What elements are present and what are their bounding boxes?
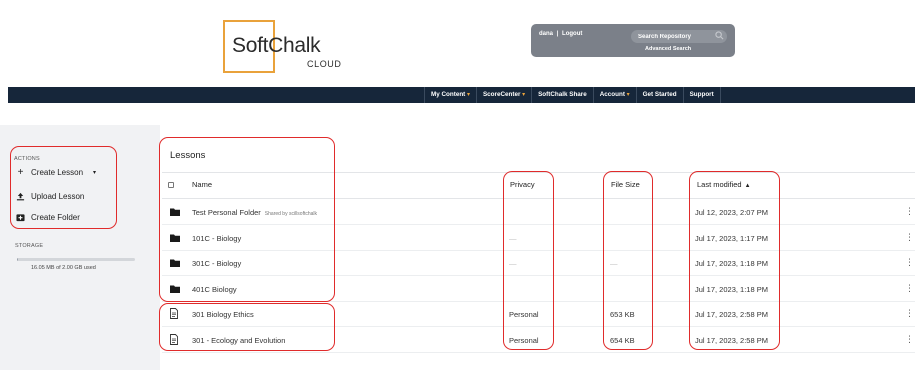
item-name[interactable]: Test Personal Folder Shared by scillsoftc…: [192, 208, 317, 217]
file-size-value: 654 KB: [610, 335, 635, 345]
item-name-text: 301C - Biology: [192, 259, 242, 268]
storage-bar-fill: [17, 258, 18, 261]
create-lesson-label: Create Lesson: [31, 168, 84, 177]
folder-icon: [170, 234, 180, 242]
privacy-value: Personal: [509, 310, 539, 319]
nav-bar: My Content ▾ ScoreCenter ▾ SoftChalk Share…: [8, 87, 915, 103]
nav-item-my-content[interactable]: My Content ▾: [424, 87, 476, 103]
logo-subtitle: CLOUD: [307, 59, 342, 69]
storage-usage-text: 16.05 MB of 2.00 GB used: [31, 265, 96, 271]
last-modified-value: Jul 12, 2023, 2:07 PM: [695, 208, 768, 217]
nav-item-label: Get Started: [642, 91, 677, 98]
folder-row[interactable]: 301C - Biology — — Jul 17, 2023, 1:18 PM ⋮: [162, 251, 915, 276]
logo[interactable]: SoftChalk: [232, 34, 321, 58]
last-modified-value: Jul 17, 2023, 1:17 PM: [695, 233, 768, 243]
chevron-down-icon: ▾: [465, 92, 470, 98]
create-lesson-button[interactable]: + Create Lesson ▾: [16, 167, 97, 178]
chevron-down-icon: ▾: [520, 92, 526, 98]
divider: [162, 198, 915, 199]
item-name-text: Test Personal Folder: [192, 208, 261, 217]
more-options-icon[interactable]: ⋮: [905, 257, 914, 268]
create-folder-button[interactable]: Create Folder: [16, 213, 80, 222]
item-name[interactable]: 401C Biology: [192, 285, 237, 294]
column-header-privacy[interactable]: Privacy: [510, 180, 535, 189]
add-folder-icon: [16, 214, 25, 222]
nav-item-label: ScoreCenter: [482, 91, 521, 98]
select-all-checkbox[interactable]: [168, 182, 174, 188]
privacy-value: —: [509, 259, 517, 268]
lesson-row[interactable]: 301 - Ecology and Evolution Personal 654 K…: [162, 328, 915, 353]
folder-row[interactable]: 101C - Biology — Jul 17, 2023, 1:17 PM ⋮: [162, 226, 915, 251]
upload-lesson-label: Upload Lesson: [31, 192, 85, 201]
item-name-text: 301 - Ecology and Evolution: [192, 335, 286, 345]
folder-row[interactable]: 401C Biology Jul 17, 2023, 1:18 PM ⋮: [162, 277, 915, 302]
item-name[interactable]: 301 Biology Ethics: [192, 310, 254, 319]
plus-icon: +: [17, 167, 24, 178]
folder-row[interactable]: Test Personal Folder Shared by scillsoftc…: [162, 200, 915, 225]
file-size-value: 653 KB: [610, 310, 635, 319]
last-modified-label: Last modified: [697, 180, 742, 189]
advanced-search-link[interactable]: Advanced Search: [645, 46, 691, 52]
sort-asc-icon: ▲: [744, 183, 751, 189]
upload-icon: [16, 192, 25, 201]
user-line: dana | Logout: [539, 31, 582, 37]
logout-link[interactable]: Logout: [562, 31, 582, 37]
row-divider: [162, 351, 915, 353]
actions-label: ACTIONS: [14, 156, 40, 162]
chevron-down-icon: ▾: [624, 92, 630, 98]
storage-label: STORAGE: [15, 243, 44, 249]
upload-lesson-button[interactable]: Upload Lesson: [16, 192, 84, 201]
nav-item-scorecenter[interactable]: ScoreCenter ▾: [475, 87, 531, 103]
chevron-down-icon: ▾: [93, 170, 97, 176]
item-name[interactable]: 101C - Biology: [192, 234, 241, 243]
column-header-file-size[interactable]: File Size: [611, 180, 640, 189]
last-modified-value: Jul 17, 2023, 1:18 PM: [695, 259, 768, 268]
nav-item-get-started[interactable]: Get Started: [635, 87, 683, 103]
more-options-icon[interactable]: ⋮: [905, 283, 914, 294]
username: dana: [539, 31, 554, 37]
search-icon[interactable]: [715, 31, 724, 40]
document-icon: [170, 308, 178, 319]
folder-icon: [170, 208, 180, 216]
more-options-icon[interactable]: ⋮: [905, 232, 914, 243]
divider: [162, 172, 915, 173]
item-name[interactable]: 301 - Ecology and Evolution: [192, 336, 285, 345]
user-search-panel: dana | Logout Advanced Search: [531, 24, 735, 57]
storage-bar: [17, 258, 135, 261]
item-name-text: 301 Biology Ethics: [192, 310, 254, 319]
privacy-value: Personal: [509, 335, 539, 345]
nav-item-label: SoftChalk Share: [538, 91, 587, 98]
folder-icon: [170, 285, 180, 293]
create-folder-label: Create Folder: [31, 213, 80, 222]
more-options-icon[interactable]: ⋮: [905, 206, 914, 217]
item-name-text: 401C Biology: [192, 284, 237, 294]
column-header-last-modified[interactable]: Last modified ▲: [697, 180, 751, 189]
search-input[interactable]: [631, 30, 727, 43]
page-title: Lessons: [170, 150, 206, 161]
item-name[interactable]: 301C - Biology: [192, 259, 241, 268]
nav-item-account[interactable]: Account ▾: [592, 87, 636, 103]
nav-item-softchalk-share[interactable]: SoftChalk Share: [531, 87, 593, 103]
document-icon: [170, 333, 178, 345]
more-options-icon[interactable]: ⋮: [905, 334, 914, 345]
nav-item-label: Support: [689, 91, 714, 98]
folder-icon: [170, 259, 180, 267]
nav-item-support[interactable]: Support: [682, 87, 721, 103]
last-modified-value: Jul 17, 2023, 1:18 PM: [695, 284, 768, 294]
page: SoftChalk CLOUD dana | Logout Advanced S…: [0, 0, 915, 370]
last-modified-value: Jul 17, 2023, 2:58 PM: [695, 310, 768, 319]
item-name-text: 101C - Biology: [192, 233, 242, 243]
nav-item-label: My Content: [431, 91, 466, 98]
column-header-name[interactable]: Name: [192, 180, 212, 189]
shared-by-text: Shared by scillsoftchalk: [264, 211, 318, 217]
privacy-value: —: [509, 233, 517, 243]
file-size-value: —: [610, 259, 618, 268]
last-modified-value: Jul 17, 2023, 2:58 PM: [695, 335, 768, 345]
user-separator: |: [556, 31, 559, 37]
main-nav: My Content ▾ ScoreCenter ▾ SoftChalk Share…: [424, 87, 721, 103]
lesson-row[interactable]: 301 Biology Ethics Personal 653 KB Jul 17, …: [162, 302, 915, 327]
more-options-icon[interactable]: ⋮: [905, 308, 914, 319]
nav-item-label: Account: [599, 91, 625, 98]
